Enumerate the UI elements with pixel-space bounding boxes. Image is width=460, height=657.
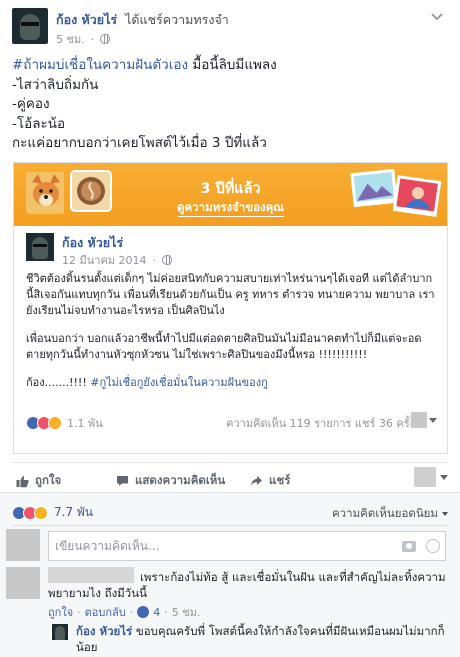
- memory-title: 3 ปีที่แล้ว: [200, 181, 261, 197]
- shared-post-stats: 1.1 พัน ความคิดเห็น 119 รายการ แชร์ 36 ค…: [14, 412, 449, 438]
- like-reaction-icon: [137, 606, 150, 618]
- shared-post-avatar[interactable]: [26, 233, 54, 261]
- post-line-4: -โอ้ละน้อ: [12, 115, 66, 132]
- sort-label: ความคิดเห็นยอดนิยม: [331, 506, 438, 520]
- hashtag[interactable]: #กูไม่เชื่อกูยังเชื่อมั่นในความฝันของกู: [90, 376, 268, 389]
- post-line-1-text: มื้อนี้ลิบมีแพลง: [188, 57, 277, 73]
- shared-post-body: ชีวิตต้องดิ้นรนตั้งแต่เด็กๆ ไม่ค่อยสนิทก…: [26, 271, 436, 403]
- reaction-count: 7.7 พัน: [54, 505, 94, 519]
- reply-author[interactable]: ก้อง หัวยไร่: [76, 624, 132, 638]
- dot-separator: ·: [152, 253, 157, 267]
- comment-sort-dropdown[interactable]: ความคิดเห็นยอดนิยม: [332, 505, 448, 523]
- chevron-down-icon[interactable]: [430, 12, 444, 22]
- share-label: แชร์: [269, 473, 291, 487]
- shared-reaction-count: 1.1 พัน: [67, 417, 103, 430]
- comment-time[interactable]: 5 ชม.: [172, 603, 201, 621]
- author-avatar[interactable]: [12, 8, 48, 44]
- dot-separator: ·: [129, 605, 134, 619]
- shared-comment-share-stats[interactable]: ความคิดเห็น 119 รายการ แชร์ 36 ครั้ง: [226, 414, 415, 432]
- post-header: ก้อง หัวยไร่ ได้แชร์ความทรงจำ 5 ชม. ·: [12, 8, 448, 48]
- reaction-summary[interactable]: 7.7 พัน: [12, 503, 93, 522]
- divider: [12, 525, 448, 526]
- hashtag[interactable]: #ถ้าผมบ่เชื่อในความฝันตัวเอง: [12, 57, 188, 73]
- comment-like-link[interactable]: ถูกใจ: [48, 603, 73, 621]
- post-meta: 5 ชม. ·: [56, 30, 111, 48]
- like-button[interactable]: ถูกใจ: [16, 472, 61, 490]
- shared-paragraph-3-text: ก้อง.......!!!!: [26, 376, 91, 389]
- comment-icon: [117, 476, 128, 486]
- globe-icon: [162, 255, 173, 265]
- share-icon: [251, 476, 262, 486]
- wow-reaction-icon: [48, 416, 62, 430]
- post-line-1: #ถ้าผมบ่เชื่อในความฝันตัวเอง มื้อนี้ลิบม…: [12, 56, 448, 76]
- caret-down-icon[interactable]: [429, 418, 437, 423]
- like-label: ถูกใจ: [35, 473, 62, 487]
- shared-paragraph-3: ก้อง.......!!!! #กูไม่เชื่อกูยังเชื่อมั่…: [26, 375, 436, 391]
- post-line-2: -ไสว่าลิบถิ่มกัน: [12, 76, 99, 93]
- author-name[interactable]: ก้อง หัวยไร่: [56, 12, 117, 27]
- comments-area: 7.7 พัน ความคิดเห็นยอดนิยม เพราะก้องไม่ท…: [0, 492, 460, 657]
- shared-reactions[interactable]: 1.1 พัน: [26, 414, 103, 432]
- reply-text: ก้อง หัวยไร่ ขอบคุณครับพี่ โพสต์นี้คงให้…: [76, 623, 448, 655]
- caret-down-icon[interactable]: [440, 475, 448, 480]
- thumbs-up-icon: [16, 475, 29, 487]
- camera-icon[interactable]: [402, 541, 416, 552]
- memory-card: 3 ปีที่แล้ว ดูความทรงจำของคุณ ก้อง หัวยไ…: [13, 162, 448, 454]
- memory-link[interactable]: ดูความทรงจำของคุณ: [14, 199, 447, 217]
- dot-separator: ·: [164, 605, 168, 619]
- comment-button[interactable]: แสดงความคิดเห็น: [116, 472, 225, 490]
- action-bar: ถูกใจ แสดงความคิดเห็น แชร์: [12, 462, 448, 492]
- emoji-icon[interactable]: [426, 539, 440, 553]
- shared-post-meta: 12 มีนาคม 2014 ·: [62, 251, 173, 269]
- comment-input[interactable]: [48, 531, 446, 561]
- post-line-5: กะแค่อยากบอกว่าเคยโพสต์ไว้เมื่อ 3 ปีที่แ…: [12, 135, 267, 151]
- author-line: ก้อง หัวยไร่ ได้แชร์ความทรงจำ: [56, 10, 229, 30]
- comment-actions: ถูกใจ · ตอบกลับ · 4 · 5 ชม.: [48, 603, 200, 621]
- dot-separator: ·: [90, 32, 95, 46]
- dot-separator: ·: [77, 605, 81, 619]
- wow-reaction-icon: [34, 505, 48, 520]
- shared-paragraph-1: ชีวิตต้องดิ้นรนตั้งแต่เด็กๆ ไม่ค่อยสนิทก…: [26, 272, 435, 317]
- shared-paragraph-2: เพื่อนบอกว่า บอกแล้วอาชีพนี้ทำไปมีแต่อดต…: [26, 332, 422, 361]
- comment-text: เพราะก้องไม่ท้อ สู้ และเชื่อมั่นในฝัน แล…: [48, 570, 446, 600]
- globe-icon: [100, 34, 111, 44]
- shared-post-date[interactable]: 12 มีนาคม 2014: [62, 251, 147, 269]
- reply-body: ขอบคุณครับพี่ โพสต์นี้คงให้กำลังใจคนที่ม…: [76, 624, 445, 654]
- memory-banner[interactable]: 3 ปีที่แล้ว ดูความทรงจำของคุณ: [14, 163, 447, 226]
- post-time[interactable]: 5 ชม.: [56, 30, 85, 48]
- memory-link-underline: [178, 216, 284, 217]
- reply-avatar[interactable]: [52, 624, 68, 640]
- shared-post-author[interactable]: ก้อง หัวยไร่: [62, 233, 123, 253]
- commenter-avatar[interactable]: [6, 567, 40, 599]
- post-body: #ถ้าผมบ่เชื่อในความฝันตัวเอง มื้อนี้ลิบม…: [12, 56, 448, 154]
- share-button[interactable]: แชร์: [250, 472, 290, 490]
- viewer-avatar[interactable]: [414, 467, 436, 487]
- comment-reply-link[interactable]: ตอบกลับ: [85, 603, 126, 621]
- author-action: ได้แชร์ความทรงจำ: [125, 12, 229, 27]
- viewer-avatar[interactable]: [6, 529, 40, 561]
- viewer-avatar[interactable]: [411, 412, 427, 428]
- post-line-3: -คู่คอง: [12, 96, 50, 112]
- comment-label: แสดงความคิดเห็น: [135, 473, 226, 487]
- caret-down-icon: [442, 512, 448, 516]
- comment-like-count[interactable]: 4: [153, 606, 160, 619]
